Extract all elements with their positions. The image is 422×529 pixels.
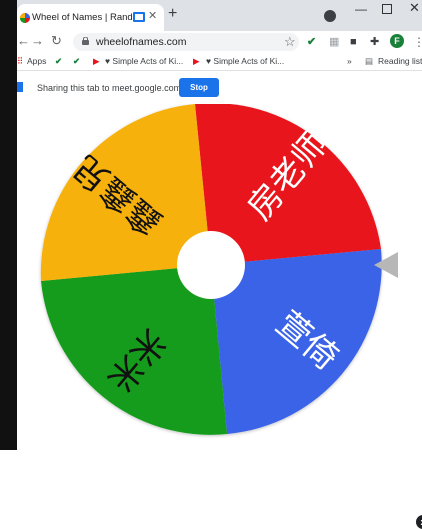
tab-title: Wheel of Names | Random [32,12,132,23]
maximize-icon[interactable] [382,4,392,14]
window-close-icon[interactable]: ✕ [409,0,420,16]
extension-robot-icon[interactable]: ■ [350,36,357,48]
tab-strip: Wheel of Names | Random ✕ + — ✕ [17,0,422,31]
tab-search-icon[interactable] [324,10,336,22]
wheel-area: 房老师 萱倚 米米 鑫鑫兒 x [17,104,422,529]
reload-icon[interactable]: ↻ [51,33,62,49]
bookmark-check-icon[interactable]: ✔ [55,56,62,67]
url-text: wheelofnames.com [96,36,187,48]
bookmark-simple-acts-2[interactable]: ♥ Simple Acts of Ki... [206,56,284,66]
close-icon[interactable]: x [416,515,422,529]
bookmark-simple-acts-1[interactable]: ♥ Simple Acts of Ki... [105,56,183,66]
bookmark-star-icon[interactable]: ☆ [284,34,296,50]
profile-avatar[interactable]: F [390,34,404,48]
wheel-canvas: 房老师 萱倚 米米 鑫鑫兒 [40,104,398,435]
reading-list-icon: ▤ [365,56,374,66]
apps-grid-icon[interactable]: ⠿ [17,56,23,67]
address-bar[interactable]: wheelofnames.com ☆ [73,33,299,51]
back-arrow-icon[interactable]: ← [17,33,30,48]
bookmarks-overflow[interactable]: » [347,56,352,66]
youtube-icon: ▶ [93,56,100,66]
extension-check-icon[interactable]: ✔ [307,36,316,48]
bookmark-apps[interactable]: Apps [27,56,46,66]
bookmarks-bar: ⠿ Apps ✔ ✔ ▶ ♥ Simple Acts of Ki... ▶ ♥ … [17,53,422,71]
lock-icon [82,37,89,45]
forward-arrow-icon[interactable]: → [31,33,44,48]
bookmark-check-icon[interactable]: ✔ [73,56,80,67]
tab-wheel-of-names[interactable]: Wheel of Names | Random ✕ [17,4,164,31]
wheel-center-hub[interactable] [177,231,245,299]
extension-grid-icon[interactable]: ▦ [329,36,339,48]
youtube-icon: ▶ [193,56,200,66]
minimize-icon[interactable]: — [355,2,367,16]
extensions-puzzle-icon[interactable]: ✚ [370,36,379,48]
menu-kebab-icon[interactable]: ⋮ [413,35,422,49]
screen-share-icon [17,82,23,92]
sharing-message: Sharing this tab to meet.google.com [37,83,182,93]
left-edge-bar [0,0,17,450]
cast-icon [133,12,145,22]
reading-list[interactable]: Reading list [378,56,422,66]
wheel-favicon-icon [20,13,30,23]
stop-sharing-button[interactable]: Stop [179,78,219,97]
new-tab-button[interactable]: + [168,6,177,22]
browser-toolbar: ← → ↻ wheelofnames.com ☆ ✔ ▦ ■ ✚ F ⋮ [17,31,422,53]
tab-close-icon[interactable]: ✕ [148,9,157,22]
tab-sharing-bar: Sharing this tab to meet.google.com Stop [17,71,422,105]
